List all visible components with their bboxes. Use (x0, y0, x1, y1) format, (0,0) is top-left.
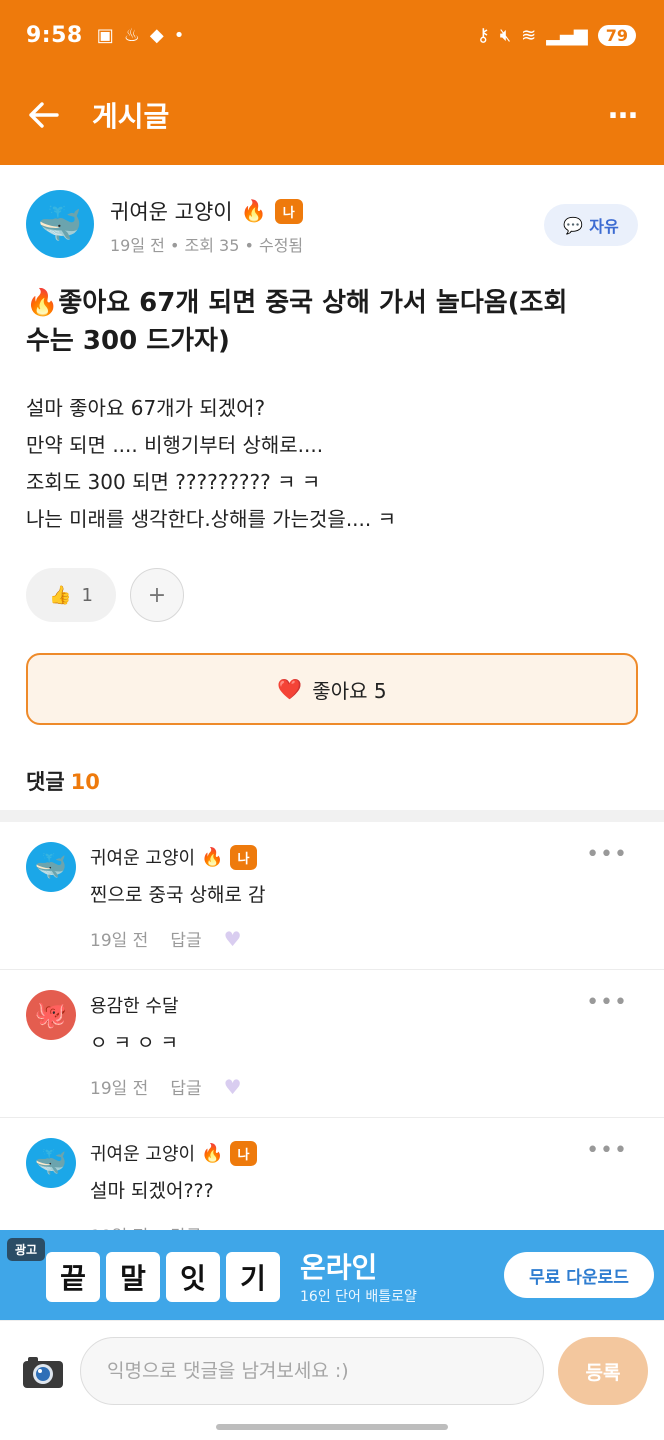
comment-author-row: 용감한 수달 (90, 992, 179, 1018)
thumbs-up-reaction[interactable]: 👍 1 (26, 568, 116, 622)
reaction-count: 1 (81, 584, 93, 606)
post-body-line: 만약 되면 .... 비행기부터 상해로.... (26, 433, 324, 457)
comments-header: 댓글 10 (26, 766, 100, 796)
heart-outline-icon[interactable]: ♥ (224, 1075, 242, 1099)
comment-more-button[interactable]: ••• (586, 844, 628, 866)
heart-icon: ❤️ (277, 677, 303, 701)
wifi-icon: ≋ (521, 24, 537, 46)
comment-meta: 19일 전 답글 ♥ (90, 926, 242, 952)
thumbs-up-icon: 👍 (49, 584, 72, 606)
key-icon: ⚷ (476, 24, 490, 46)
post-header: 🐳 귀여운 고양이 🔥 나 19일 전 • 조회 35 • 수정됨 💬 자유 (26, 190, 638, 260)
author-name: 귀여운 고양이 (110, 200, 233, 224)
comment-avatar[interactable]: 🐳 (26, 842, 76, 892)
comment-avatar[interactable]: 🐳 (26, 1138, 76, 1188)
comment-author-row: 귀여운 고양이 🔥 나 (90, 1140, 258, 1166)
comment-more-button[interactable]: ••• (586, 992, 628, 1014)
comment-item: 🐳 귀여운 고양이 🔥 나 찐으로 중국 상해로 감 19일 전 답글 ♥ ••… (0, 822, 664, 970)
comment-more-button[interactable]: ••• (586, 1140, 628, 1162)
status-bar: 9:58 ▣ ♨ ◆ • ⚷ 🔇︎ ≋ ▂▄▆ 79 (26, 20, 636, 50)
ad-label: 광고 (7, 1238, 46, 1261)
signal-icon: ▂▄▆ (546, 24, 588, 46)
octopus-icon: 🐙 (34, 1000, 68, 1030)
dot-icon: • (173, 24, 185, 46)
plus-icon: + (147, 582, 167, 608)
home-indicator (216, 1424, 448, 1430)
arrow-left-icon (29, 102, 59, 128)
app-icon: ◆ (149, 24, 164, 46)
me-badge: 나 (274, 198, 303, 224)
comment-avatar[interactable]: 🐙 (26, 990, 76, 1040)
post-body: 설마 좋아요 67개가 되겠어? 만약 되면 .... 비행기부터 상해로...… (26, 390, 626, 538)
comments-count: 10 (70, 770, 100, 794)
comments-label: 댓글 (26, 770, 65, 794)
status-time: 9:58 (26, 22, 83, 48)
ad-tiles: 끝 말 잇 기 (46, 1252, 280, 1302)
comment-time: 19일 전 (90, 1079, 149, 1099)
post-title: 🔥좋아요 67개 되면 중국 상해 가서 놀다옴(조회수는 300 드가자) (26, 284, 586, 360)
app-bar: 게시글 … (0, 88, 664, 142)
me-badge: 나 (229, 844, 258, 870)
whale-icon: 🐳 (34, 1148, 68, 1178)
comment-composer: 등록 (0, 1320, 664, 1440)
page-title: 게시글 (92, 100, 170, 133)
screenshot-icon: ▣ (96, 24, 114, 46)
fire-icon: 🔥 (240, 198, 267, 223)
like-label: 좋아요 5 (312, 678, 387, 703)
ad-tile: 기 (226, 1252, 280, 1302)
ad-tile: 끝 (46, 1252, 100, 1302)
notification-icon: ♨ (123, 24, 140, 46)
comment-text: ㅇ ㅋ ㅇ ㅋ (90, 1032, 179, 1054)
ad-tile: 말 (106, 1252, 160, 1302)
mute-icon: 🔇︎ (499, 24, 512, 46)
fire-icon: 🔥 (201, 846, 224, 868)
camera-icon (23, 1357, 63, 1388)
reaction-bar: 👍 1 + (26, 568, 184, 622)
camera-button[interactable] (22, 1355, 64, 1389)
more-options-button[interactable]: … (608, 94, 640, 136)
whale-icon: 🐳 (34, 852, 68, 882)
fire-icon: 🔥 (201, 1142, 224, 1164)
post-body-line: 나는 미래를 생각한다.상해를 가는것을.... ㅋ (26, 507, 397, 531)
ad-subtitle: 16인 단어 배틀로얄 (300, 1289, 417, 1305)
status-right-icons: ⚷ 🔇︎ ≋ ▂▄▆ 79 (476, 24, 636, 46)
comment-time: 19일 전 (90, 931, 149, 951)
comment-item: 🐙 용감한 수달 ㅇ ㅋ ㅇ ㅋ 19일 전 답글 ♥ ••• (0, 970, 664, 1118)
comment-input[interactable] (80, 1337, 544, 1405)
category-tag[interactable]: 💬 자유 (544, 204, 638, 246)
heart-outline-icon[interactable]: ♥ (224, 927, 242, 951)
post-body-line: 설마 좋아요 67개가 되겠어? (26, 396, 266, 420)
comment-author: 귀여운 고양이 (90, 848, 196, 869)
battery-icon: 79 (597, 24, 636, 46)
whale-icon: 🐳 (37, 204, 83, 245)
submit-button[interactable]: 등록 (558, 1337, 648, 1405)
comment-meta: 19일 전 답글 ♥ (90, 1074, 242, 1100)
post-body-line: 조회도 300 되면 ????????? ㅋ ㅋ (26, 470, 321, 494)
ad-tile: 잇 (166, 1252, 220, 1302)
author-name-row: 귀여운 고양이 🔥 나 (110, 196, 303, 226)
comment-author-row: 귀여운 고양이 🔥 나 (90, 844, 258, 870)
reply-button[interactable]: 답글 (170, 926, 201, 951)
speech-bubble-icon: 💬 (563, 215, 584, 235)
top-bar: 9:58 ▣ ♨ ◆ • ⚷ 🔇︎ ≋ ▂▄▆ 79 게시글 … (0, 0, 664, 165)
back-button[interactable] (16, 88, 72, 142)
section-divider (0, 810, 664, 822)
fire-icon: 🔥 (26, 288, 59, 318)
comment-text: 설마 되겠어??? (90, 1180, 214, 1202)
ad-banner[interactable]: 광고 끝 말 잇 기 온라인 16인 단어 배틀로얄 무료 다운로드 (0, 1230, 664, 1320)
reply-button[interactable]: 답글 (170, 1074, 201, 1099)
status-left-icons: ▣ ♨ ◆ • (97, 25, 185, 46)
comment-author: 용감한 수달 (90, 996, 179, 1017)
author-avatar[interactable]: 🐳 (26, 190, 94, 258)
comment-text: 찐으로 중국 상해로 감 (90, 884, 266, 906)
me-badge: 나 (229, 1140, 258, 1166)
category-label: 자유 (589, 217, 619, 236)
comment-author: 귀여운 고양이 (90, 1144, 196, 1165)
like-button[interactable]: ❤️ 좋아요 5 (26, 653, 638, 725)
add-reaction-button[interactable]: + (130, 568, 184, 622)
ad-title: 온라인 (300, 1251, 378, 1284)
post-meta: 19일 전 • 조회 35 • 수정됨 (110, 236, 304, 255)
post-title-text: 좋아요 67개 되면 중국 상해 가서 놀다옴(조회수는 300 드가자) (26, 288, 568, 356)
ad-download-button[interactable]: 무료 다운로드 (504, 1252, 654, 1298)
